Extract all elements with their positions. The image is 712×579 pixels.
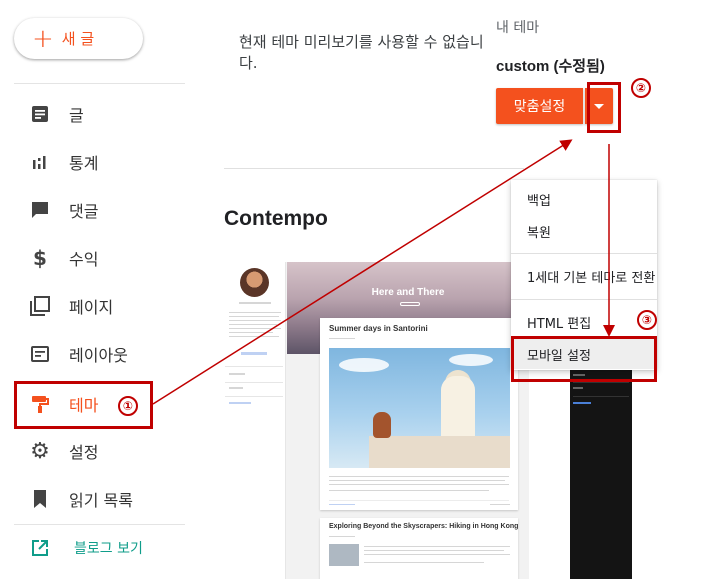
annotation-step-2: ②	[631, 78, 651, 98]
annotation-arrow-1	[152, 139, 573, 405]
annotation-box-dropdown	[587, 82, 621, 133]
annotation-step-1: ①	[118, 396, 138, 416]
annotation-box-mobile-settings	[511, 336, 657, 382]
annotation-step-3: ③	[637, 310, 657, 330]
